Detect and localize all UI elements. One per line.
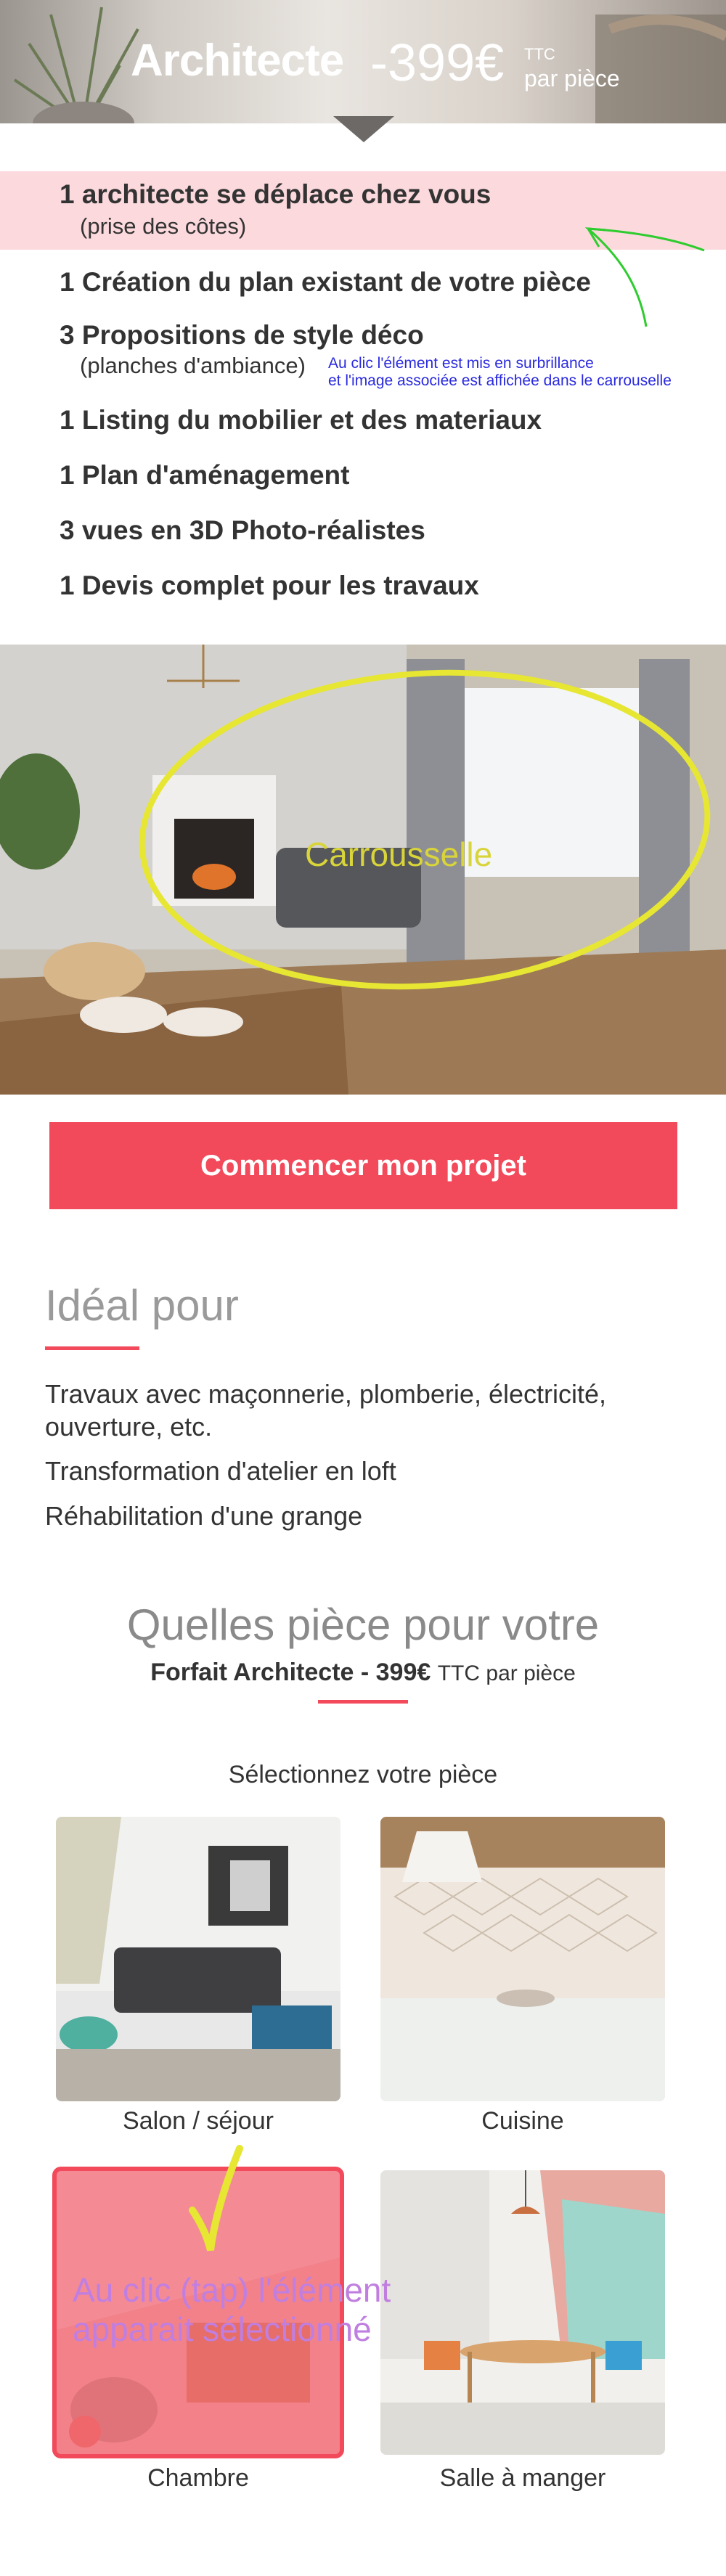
annotation-carousel-label: Carrousselle: [305, 835, 493, 873]
annotation-arrow-green: [584, 227, 705, 327]
annotation-note: Au clic l'élément est mis en surbrillanc…: [328, 355, 594, 372]
room-label-chambre: Chambre: [147, 2464, 249, 2492]
carousel[interactable]: Carrousselle: [0, 645, 726, 1095]
annotation-note: et l'image associée est affichée dans le…: [328, 372, 672, 389]
ideal-item: Réhabilitation d'une grange: [45, 1501, 363, 1531]
annotation-line: Au clic (tap) l'élément: [73, 2271, 391, 2309]
feature-item-1[interactable]: 1 architecte se déplace chez vous: [60, 179, 491, 210]
start-project-button[interactable]: Commencer mon projet: [49, 1122, 677, 1209]
price: -399€: [370, 34, 505, 92]
annotation-line: apparait sélectionné: [73, 2310, 372, 2348]
annotation-card-note: Au clic (tap) l'élément apparait sélecti…: [73, 2270, 391, 2349]
rooms-section-title: Quelles pièce pour votre: [126, 1600, 600, 1649]
feature-item-3-sub: (planches d'ambiance): [80, 353, 306, 378]
title-underline: [45, 1346, 139, 1350]
salle-a-manger-image: [380, 2170, 665, 2455]
annotation-check-yellow: [189, 2145, 243, 2252]
room-card-salon[interactable]: [56, 1817, 340, 2101]
title-underline: [318, 1700, 408, 1704]
ideal-item: ouverture, etc.: [45, 1412, 213, 1442]
price-ttc: TTC: [524, 45, 555, 63]
feature-item-3[interactable]: 3 Propositions de style déco: [60, 320, 424, 351]
feature-item-2[interactable]: 1 Création du plan existant de votre piè…: [60, 267, 591, 298]
feature-item-5[interactable]: 1 Plan d'aménagement: [60, 460, 349, 491]
room-label-salon: Salon / séjour: [123, 2107, 274, 2135]
room-card-cuisine[interactable]: [380, 1817, 665, 2101]
room-card-salle-a-manger[interactable]: [380, 2170, 665, 2455]
feature-item-1-sub: (prise des côtes): [80, 213, 247, 239]
rooms-subtitle-bold: Forfait Architecte - 399€: [150, 1659, 431, 1686]
ideal-item: Transformation d'atelier en loft: [45, 1456, 396, 1486]
room-label-cuisine: Cuisine: [481, 2107, 564, 2135]
salon-image: [56, 1817, 340, 2101]
room-label-salle-a-manger: Salle à manger: [439, 2464, 606, 2492]
header-pointer: [333, 116, 394, 142]
rooms-section-subtitle: Forfait Architecte - 399€ TTC par pièce: [0, 1659, 726, 1687]
page-title: Architecte: [131, 36, 344, 86]
rooms-subtitle-small: TTC par pièce: [437, 1661, 576, 1685]
price-unit: par pièce: [524, 65, 620, 91]
ideal-title: Idéal pour: [45, 1281, 239, 1330]
select-room-label: Sélectionnez votre pièce: [228, 1761, 498, 1788]
chair-decoration-right: [595, 15, 726, 123]
feature-item-4[interactable]: 1 Listing du mobilier et des materiaux: [60, 405, 542, 436]
feature-item-6[interactable]: 3 vues en 3D Photo-réalistes: [60, 515, 425, 546]
cuisine-image: [380, 1817, 665, 2101]
ideal-item: Travaux avec maçonnerie, plomberie, élec…: [45, 1379, 606, 1409]
hero-banner: Architecte -399€ TTC par pièce: [0, 0, 726, 123]
feature-item-7[interactable]: 1 Devis complet pour les travaux: [60, 571, 479, 601]
